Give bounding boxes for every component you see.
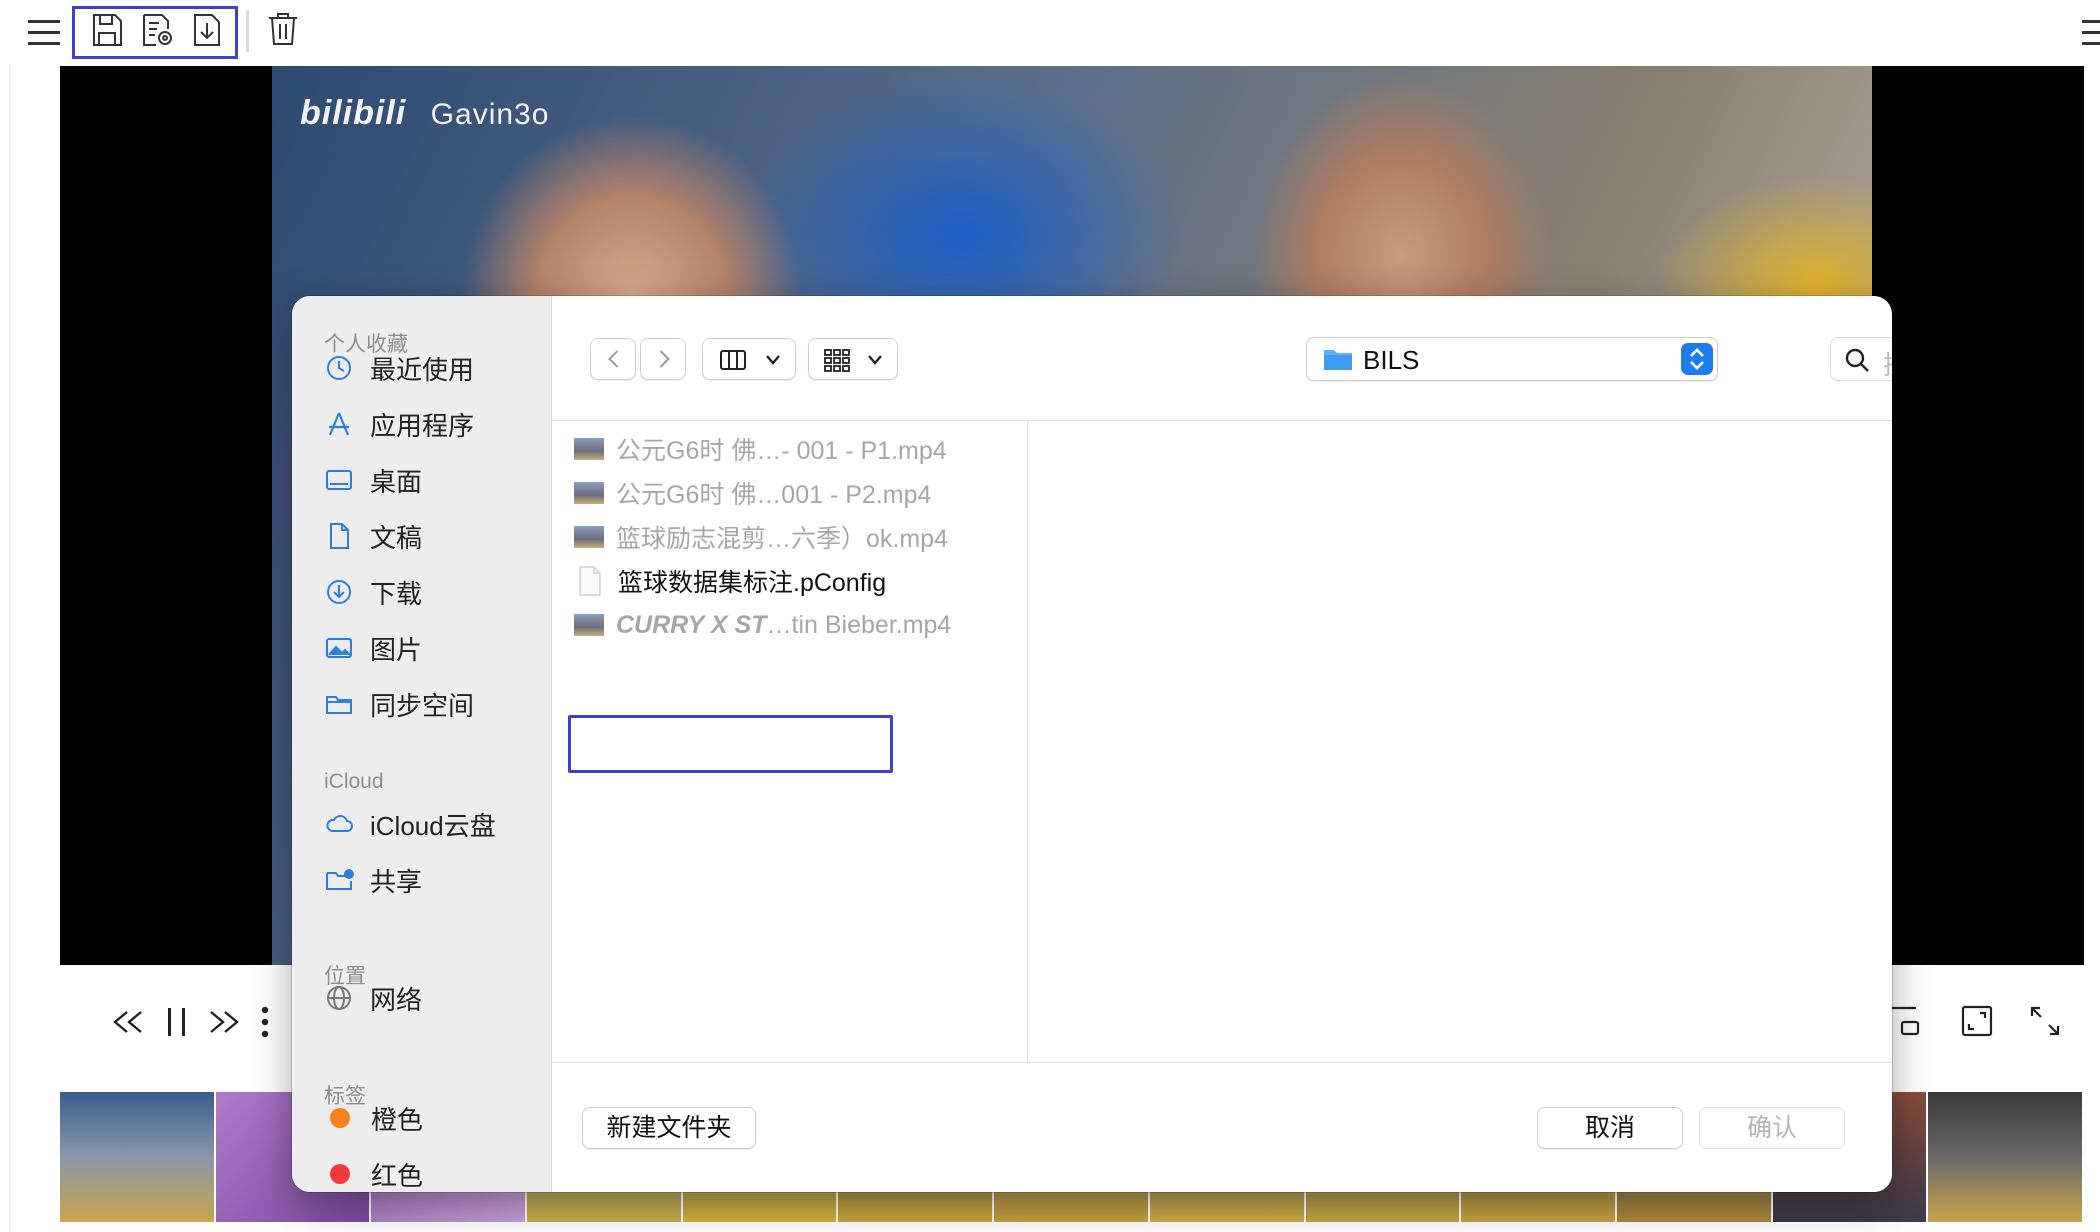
sidebar-item-shared[interactable]: 共享 [324, 858, 544, 902]
sidebar-item-label: 桌面 [370, 466, 423, 497]
left-border [9, 0, 11, 1232]
sidebar-item-icloud-drive[interactable]: iCloud云盘 [324, 802, 544, 846]
file-item: CURRY X ST …tin Bieber.mp4 [574, 605, 1014, 645]
video-thumbnail-icon [574, 438, 604, 460]
fullscreen-icon[interactable] [2028, 1004, 2062, 1038]
location-popup[interactable]: BILS [1306, 337, 1718, 381]
sidebar-item-label: 网络 [370, 984, 423, 1015]
open-file-dialog: 个人收藏 最近使用 应用程序 桌面 文稿 下载 图片 同步空间 iCloud i… [292, 296, 1892, 1192]
document-icon [324, 521, 354, 551]
sidebar-item-label: 同步空间 [370, 690, 475, 721]
chevron-down-icon [766, 355, 780, 365]
dialog-footer: 新建文件夹 取消 确认 [552, 1062, 1892, 1192]
red-tag-dot [330, 1164, 350, 1184]
photo-icon [324, 633, 354, 663]
sidebar-item-label: 橙色 [371, 1104, 424, 1135]
sidebar-item-network[interactable]: 网络 [324, 976, 544, 1020]
forward-button[interactable] [640, 338, 686, 380]
grid-view-icon [824, 349, 850, 372]
fit-screen-icon[interactable] [1960, 1004, 1994, 1038]
sidebar-item-tag-red[interactable]: 红色 [324, 1152, 544, 1192]
sidebar-item-label: 共享 [370, 866, 423, 897]
video-thumbnail-icon [574, 526, 604, 548]
sidebar-item-label: 图片 [370, 634, 423, 665]
confirm-button[interactable]: 确认 [1699, 1107, 1845, 1149]
chevron-right-icon [659, 350, 670, 368]
cancel-button[interactable]: 取消 [1537, 1107, 1683, 1149]
file-item-pconfig[interactable]: 篮球数据集标注.pConfig [574, 561, 1014, 601]
sidebar-item-label: 应用程序 [370, 410, 475, 441]
dialog-sidebar: 个人收藏 最近使用 应用程序 桌面 文稿 下载 图片 同步空间 iCloud i… [292, 296, 552, 1192]
search-icon [1843, 346, 1871, 374]
back-button[interactable] [590, 338, 636, 380]
fast-forward-icon[interactable] [206, 1006, 242, 1038]
sidebar-item-label: 文稿 [370, 522, 423, 553]
delete-icon[interactable] [266, 11, 300, 47]
columns-view-icon [720, 350, 746, 370]
sidebar-item-applications[interactable]: 应用程序 [324, 402, 544, 446]
timeline-thumbnail[interactable] [60, 1092, 216, 1222]
clock-icon [324, 353, 354, 383]
dialog-toolbar: BILS 搜索 [552, 296, 1892, 421]
file-item: 公元G6时 佛…001 - P2.mp4 [574, 473, 1014, 513]
sidebar-item-label: 最近使用 [370, 354, 475, 385]
video-watermark: bilibili Gavin3o [300, 94, 549, 133]
rewind-icon[interactable] [110, 1006, 146, 1038]
search-field[interactable]: 搜索 [1830, 337, 1892, 381]
new-folder-button[interactable]: 新建文件夹 [582, 1107, 756, 1149]
apps-icon [324, 409, 354, 439]
sidebar-item-recents[interactable]: 最近使用 [324, 346, 544, 390]
sidebar-item-desktop[interactable]: 桌面 [324, 458, 544, 502]
group-by-button[interactable] [808, 338, 898, 380]
file-item: 公元G6时 佛…- 001 - P1.mp4 [574, 429, 1014, 469]
chevron-left-icon [608, 350, 619, 368]
watermark-text: Gavin3o [430, 98, 550, 131]
sidebar-item-sync-space[interactable]: 同步空间 [324, 682, 544, 726]
sidebar-item-downloads[interactable]: 下载 [324, 570, 544, 614]
sidebar-item-pictures[interactable]: 图片 [324, 626, 544, 670]
view-mode-button[interactable] [702, 338, 796, 380]
file-name: …tin Bieber.mp4 [766, 610, 952, 639]
sidebar-section-icloud: iCloud [324, 770, 384, 793]
chevron-down-icon [868, 355, 882, 365]
save-icon[interactable] [90, 12, 124, 48]
file-name: 篮球励志混剪…六季）ok.mp4 [616, 525, 948, 553]
app-toolbar [0, 0, 2100, 64]
download-icon [324, 577, 354, 607]
location-label: BILS [1363, 345, 1420, 375]
selected-file-highlight [568, 715, 893, 773]
sidebar-item-label: 下载 [370, 578, 423, 609]
toolbar-separator [246, 10, 249, 52]
sidebar-item-tag-orange[interactable]: 橙色 [324, 1096, 544, 1140]
folder-icon [324, 689, 354, 719]
desktop-icon [324, 465, 354, 495]
sidebar-item-label: iCloud云盘 [370, 810, 496, 841]
globe-icon [324, 983, 354, 1013]
folder-icon [1323, 346, 1353, 372]
document-icon [578, 566, 602, 596]
search-placeholder: 搜索 [1883, 345, 1892, 382]
orange-tag-dot [330, 1108, 350, 1128]
cloud-icon [324, 809, 354, 839]
file-item: 篮球励志混剪…六季）ok.mp4 [574, 517, 1014, 557]
bilibili-logo: bilibili [300, 94, 407, 132]
file-name: 篮球数据集标注.pConfig [618, 569, 887, 597]
video-thumbnail-icon [574, 482, 604, 504]
menu-icon[interactable] [28, 18, 60, 48]
more-options-icon[interactable] [260, 1004, 270, 1040]
panel-menu-icon[interactable] [2082, 18, 2100, 48]
sidebar-item-documents[interactable]: 文稿 [324, 514, 544, 558]
save-as-icon[interactable] [140, 12, 174, 48]
pause-icon[interactable] [162, 1004, 192, 1040]
file-name: 公元G6时 佛…- 001 - P1.mp4 [616, 437, 947, 465]
timeline-thumbnail[interactable] [1928, 1092, 2084, 1222]
file-name-italic: CURRY X ST [616, 610, 767, 639]
location-stepper-icon [1681, 343, 1713, 375]
video-thumbnail-icon [574, 614, 604, 636]
shared-folder-icon [324, 865, 354, 895]
sidebar-item-label: 红色 [371, 1160, 424, 1191]
file-name: 公元G6时 佛…001 - P2.mp4 [616, 481, 932, 509]
export-icon[interactable] [190, 12, 224, 48]
